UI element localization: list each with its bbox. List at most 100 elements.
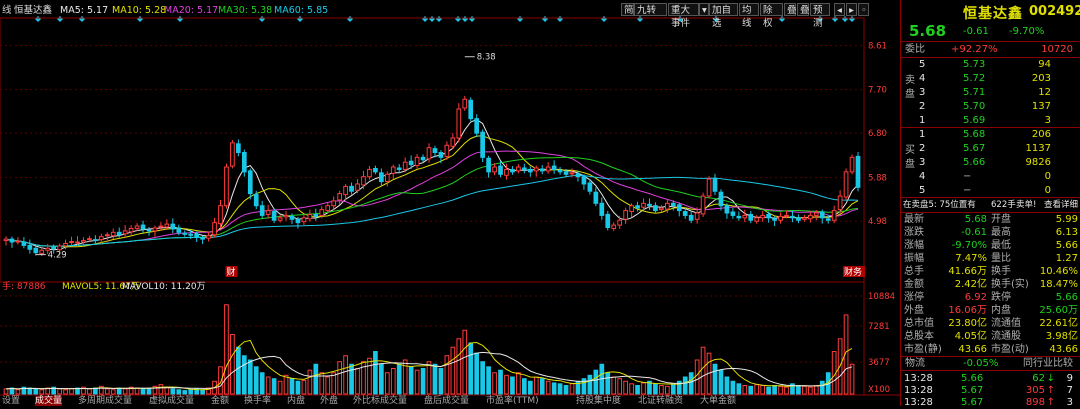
candle[interactable]	[522, 167, 527, 170]
candle[interactable]	[176, 227, 182, 233]
candle[interactable]	[396, 167, 402, 170]
candle[interactable]	[140, 224, 146, 230]
candle[interactable]	[825, 218, 831, 221]
candle[interactable]	[367, 168, 372, 178]
candle[interactable]	[605, 213, 611, 228]
candle[interactable]	[796, 217, 801, 221]
candle[interactable]	[444, 144, 450, 157]
buy-order-row[interactable]: 5 − 0	[901, 184, 1080, 197]
candle[interactable]	[581, 176, 587, 185]
order-info-row[interactable]: 在卖盘5: 75位置有 622手 卖单! 查看详细	[901, 199, 1080, 212]
candle[interactable]	[790, 215, 795, 219]
sell-order-row[interactable]: 2 5.70 137	[901, 100, 1080, 113]
candle[interactable]	[116, 231, 122, 236]
candle[interactable]	[301, 217, 307, 223]
candle[interactable]	[265, 210, 271, 215]
indicator-tab[interactable]: 虚拟成交量	[149, 396, 194, 406]
candle[interactable]	[730, 211, 736, 216]
indicator-tab[interactable]: 北证转融资	[638, 396, 683, 406]
candle[interactable]	[152, 227, 158, 232]
candle[interactable]	[516, 166, 521, 172]
candle[interactable]	[27, 244, 33, 250]
candle[interactable]	[807, 214, 813, 220]
candle[interactable]	[93, 239, 98, 242]
candle[interactable]	[784, 214, 789, 217]
candle[interactable]	[670, 202, 676, 207]
candle[interactable]	[772, 218, 777, 221]
candle[interactable]	[647, 203, 652, 207]
industry-row[interactable]: 物流 -0.05% 同行业比较	[901, 357, 1080, 370]
candle[interactable]	[361, 176, 366, 186]
toolbar-button[interactable]: 叠	[797, 3, 810, 16]
candle[interactable]	[778, 215, 783, 221]
candle[interactable]	[420, 156, 426, 161]
buy-order-row[interactable]: 1 5.68 206	[901, 128, 1080, 141]
toolbar-button[interactable]: 简	[621, 3, 634, 16]
candle[interactable]	[271, 211, 277, 221]
candle[interactable]	[533, 167, 539, 172]
candle[interactable]	[462, 98, 468, 109]
candle[interactable]	[843, 171, 849, 198]
candle[interactable]	[641, 202, 646, 208]
candle[interactable]	[122, 230, 128, 235]
candle[interactable]	[247, 170, 253, 195]
indicator-tab[interactable]: 金额	[211, 396, 229, 406]
candle[interactable]	[212, 222, 217, 236]
candle[interactable]	[635, 205, 640, 209]
candle[interactable]	[831, 210, 837, 221]
candle[interactable]	[33, 247, 39, 254]
sell-order-row[interactable]: 3 5.71 12	[901, 86, 1080, 99]
indicator-tab[interactable]: 外盘	[320, 396, 338, 406]
candle[interactable]	[659, 207, 664, 211]
candle[interactable]	[468, 99, 474, 120]
candle[interactable]	[760, 214, 766, 219]
candle[interactable]	[623, 210, 628, 220]
indicator-tab[interactable]: 成交量	[35, 396, 63, 406]
candle[interactable]	[754, 217, 760, 222]
indicator-tab[interactable]: 市盈率(TTM)	[486, 396, 539, 406]
candle[interactable]	[75, 241, 80, 244]
candle[interactable]	[527, 168, 533, 173]
toolbar-button[interactable]: ▾	[699, 3, 709, 16]
indicator-tab[interactable]: 大单金额	[700, 396, 736, 406]
candle[interactable]	[557, 169, 563, 173]
candle[interactable]	[295, 218, 301, 224]
candle[interactable]	[355, 183, 360, 191]
candle[interactable]	[438, 152, 444, 158]
candle[interactable]	[837, 195, 843, 211]
candle[interactable]	[599, 202, 605, 216]
toolbar-button[interactable]: 加自选	[709, 3, 738, 29]
indicator-tab[interactable]: 多周期成交量	[78, 396, 132, 406]
candle[interactable]	[402, 161, 408, 170]
candle[interactable]	[224, 166, 229, 207]
candle[interactable]	[337, 193, 342, 201]
candle[interactable]	[325, 205, 331, 212]
candle[interactable]	[3, 238, 9, 242]
candle[interactable]	[164, 223, 170, 228]
candle[interactable]	[206, 235, 211, 239]
candle[interactable]	[414, 156, 420, 167]
candle[interactable]	[802, 217, 807, 220]
candle[interactable]	[331, 200, 337, 207]
candle[interactable]	[230, 142, 235, 167]
candle[interactable]	[569, 172, 575, 175]
candle[interactable]	[307, 213, 313, 220]
candle[interactable]	[617, 219, 623, 226]
indicator-tab[interactable]: 持股集中度	[576, 396, 621, 406]
candle[interactable]	[545, 166, 551, 172]
candle[interactable]	[9, 238, 15, 243]
candle[interactable]	[456, 108, 462, 139]
candle[interactable]	[98, 236, 104, 241]
toolbar-nav-icon[interactable]: ▸	[846, 3, 857, 16]
candle[interactable]	[551, 165, 557, 170]
candle[interactable]	[504, 168, 509, 176]
candle[interactable]	[653, 205, 658, 212]
candle[interactable]	[688, 214, 694, 221]
toolbar-button[interactable]: 除权	[760, 3, 783, 29]
buy-order-row[interactable]: 4 − 0	[901, 170, 1080, 183]
candle[interactable]	[575, 173, 581, 178]
candle[interactable]	[236, 143, 241, 154]
candle[interactable]	[349, 185, 354, 192]
candle[interactable]	[379, 172, 384, 183]
candle[interactable]	[241, 152, 247, 173]
